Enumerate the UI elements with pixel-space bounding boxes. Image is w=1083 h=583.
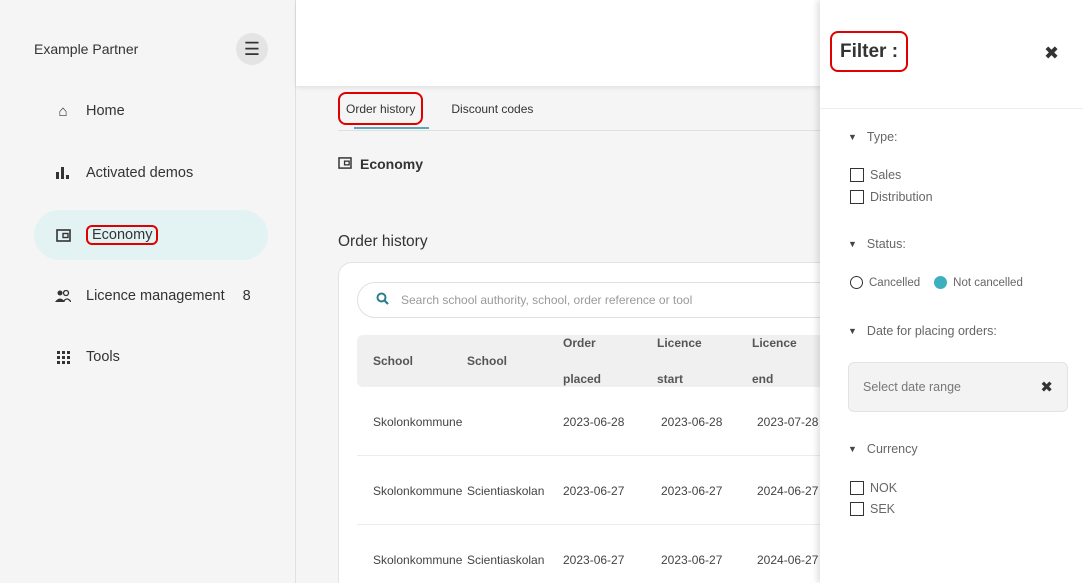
home-icon: ⌂ — [58, 102, 68, 120]
wallet-icon — [52, 228, 74, 242]
checkbox-nok[interactable]: NOK — [850, 481, 897, 495]
radio-not-cancelled[interactable] — [934, 276, 948, 289]
checkbox-box[interactable] — [850, 190, 864, 204]
column-header[interactable]: School — [373, 335, 463, 387]
wallet-icon — [338, 156, 352, 172]
radio-cancelled[interactable] — [850, 276, 863, 289]
table-cell: 2023-06-27 — [563, 552, 625, 567]
table-cell: 2023-06-27 — [661, 552, 723, 567]
caret-down-icon: ▼ — [848, 326, 857, 336]
sidebar-item-tools[interactable]: Tools — [34, 332, 268, 382]
table-cell: Skolonkommune — [373, 552, 463, 567]
status-label: Status: — [866, 237, 906, 251]
radio-label: Not cancelled — [953, 276, 1023, 289]
currency-label: Currency — [866, 442, 918, 456]
column-header[interactable]: Order placed — [563, 335, 643, 387]
table-cell: 2023-06-28 — [563, 414, 625, 429]
clear-icon[interactable]: ✖ — [1040, 378, 1053, 396]
sidebar-item-label: Home — [86, 103, 125, 119]
tab-bar: Order history Discount codes — [338, 92, 561, 125]
type-section-toggle[interactable]: ▼ Type: — [848, 130, 898, 144]
licence-count-badge: 8 — [242, 288, 251, 304]
checkbox-box[interactable] — [850, 481, 864, 495]
table-cell — [467, 387, 553, 456]
table-cell: 2024-06-27 — [757, 552, 819, 567]
checkbox-sek[interactable]: SEK — [850, 502, 895, 516]
checkbox-label: NOK — [870, 481, 898, 495]
active-tab-indicator — [354, 127, 429, 129]
caret-down-icon: ▼ — [848, 444, 857, 454]
checkbox-label: SEK — [870, 502, 896, 516]
sidebar-item-label: Licence management — [86, 288, 225, 304]
table-cell: Scientiaskolan — [467, 483, 545, 498]
checkbox-distribution[interactable]: Distribution — [850, 190, 933, 204]
order-history-heading: Order history — [338, 233, 428, 250]
date-label: Date for placing orders: — [866, 324, 997, 338]
tab-discount-codes[interactable]: Discount codes — [445, 92, 539, 125]
type-label: Type: — [866, 130, 898, 144]
column-header[interactable]: Licence start — [657, 335, 737, 387]
date-range-input[interactable]: Select date range ✖ — [848, 362, 1068, 412]
hamburger-menu-icon[interactable]: ☰ — [236, 33, 268, 65]
bar-chart-icon — [52, 167, 74, 179]
status-radio-group: Cancelled Not cancelled — [850, 276, 1023, 289]
checkbox-sales[interactable]: Sales — [850, 168, 901, 182]
caret-down-icon: ▼ — [848, 239, 857, 249]
section-title-text: Economy — [360, 156, 424, 172]
status-section-toggle[interactable]: ▼ Status: — [848, 237, 906, 251]
date-range-placeholder: Select date range — [863, 380, 961, 394]
checkbox-box[interactable] — [850, 168, 864, 182]
people-icon — [52, 290, 74, 302]
sidebar-item-label: Activated demos — [86, 165, 194, 181]
sidebar-item-label: Tools — [86, 349, 120, 365]
table-cell: 2024-06-27 — [757, 483, 819, 498]
partner-name: Example Partner — [34, 41, 139, 57]
grid-icon — [52, 350, 74, 364]
date-section-toggle[interactable]: ▼ Date for placing orders: — [848, 324, 997, 338]
sidebar: Example Partner ☰ ⌂ Home Activated demos… — [0, 0, 296, 583]
sidebar-item-economy[interactable]: Economy — [34, 210, 268, 260]
radio-label: Cancelled — [869, 276, 921, 289]
tab-order-history[interactable]: Order history — [338, 92, 424, 125]
table-cell: 2023-06-27 — [661, 483, 723, 498]
sidebar-item-label: Economy — [86, 225, 159, 245]
table-cell: Skolonkommune — [373, 483, 463, 498]
search-icon — [376, 292, 389, 308]
table-cell: 2023-07-28 — [757, 414, 819, 429]
section-title: Economy — [338, 156, 423, 172]
currency-section-toggle[interactable]: ▼ Currency — [848, 442, 918, 456]
filter-divider — [820, 108, 1083, 109]
table-cell: Skolonkommune — [373, 414, 463, 429]
checkbox-label: Distribution — [870, 190, 933, 204]
filter-title: Filter : — [830, 31, 909, 72]
caret-down-icon: ▼ — [848, 132, 857, 142]
column-header[interactable]: Licence end — [752, 335, 822, 387]
sidebar-item-licence-management[interactable]: Licence management 8 — [34, 271, 268, 321]
column-header[interactable]: School — [467, 335, 557, 387]
table-cell: 2023-06-27 — [563, 483, 625, 498]
app-root: Example Partner ☰ ⌂ Home Activated demos… — [0, 0, 1083, 583]
table-cell: 2023-06-28 — [661, 414, 723, 429]
sidebar-item-activated-demos[interactable]: Activated demos — [34, 148, 268, 198]
sidebar-item-home[interactable]: ⌂ Home — [34, 86, 268, 136]
search-placeholder: Search school authority, school, order r… — [401, 293, 693, 307]
checkbox-box[interactable] — [850, 502, 864, 516]
partner-header: Example Partner ☰ — [34, 32, 268, 66]
filter-panel: Filter : ✖ ▼ Type: Sales Distribution ▼ … — [820, 0, 1083, 583]
table-cell: Scientiaskolan — [467, 552, 545, 567]
close-icon[interactable]: ✖ — [1044, 43, 1059, 64]
checkbox-label: Sales — [870, 168, 902, 182]
